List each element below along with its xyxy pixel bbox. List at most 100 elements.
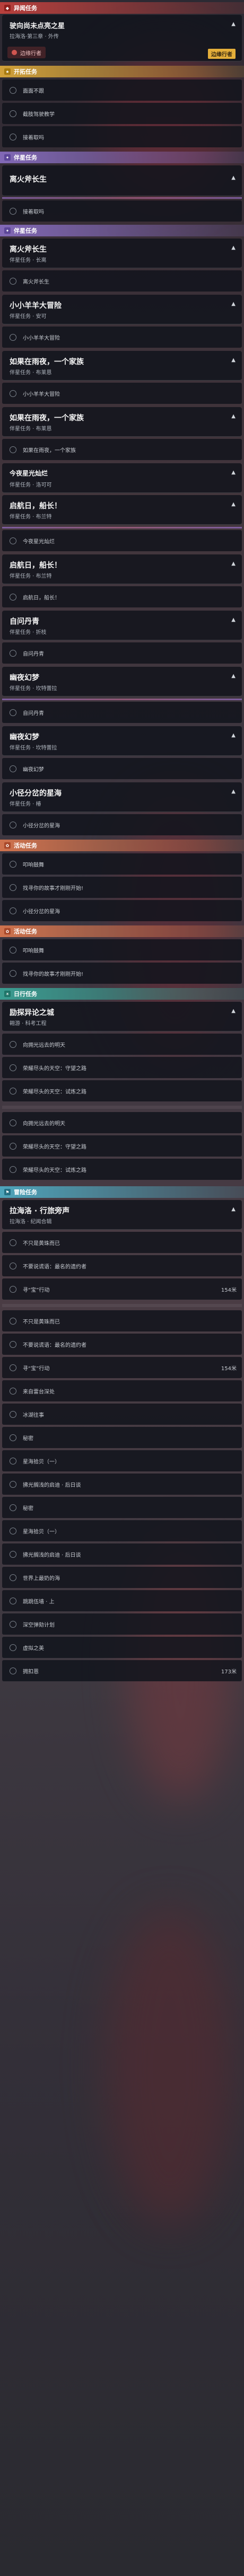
quest-card[interactable]: 幽夜幻梦 伴星任务 · 坎特蕾拉 ▲ xyxy=(2,726,242,756)
quest-title: 离火斧长生 xyxy=(10,245,47,254)
circle-icon xyxy=(10,1527,16,1534)
list-item[interactable]: 不要说谎语：最名的遗约者 xyxy=(2,1255,242,1276)
list-item[interactable]: 小径分岔的星海 xyxy=(2,814,242,835)
list-item[interactable]: 启航日，船长！ xyxy=(2,586,242,607)
list-item[interactable]: 寻“宝”行动 154米 xyxy=(2,1278,242,1300)
quest-item[interactable]: 边缘行者 xyxy=(7,47,46,58)
list-item[interactable]: 幽夜幻梦 xyxy=(2,758,242,779)
list-item[interactable]: 自问丹青 xyxy=(2,702,242,723)
quest-card[interactable]: 如果在雨夜，一个家族 伴星任务 · 布莱恩 ▲ xyxy=(2,407,242,437)
list-item-label: 星海拾贝（一） xyxy=(23,1529,60,1535)
chevron-up-icon[interactable]: ▲ xyxy=(231,733,236,738)
list-item[interactable]: 找寻你的故事才刚刚开始! xyxy=(2,877,242,898)
list-item[interactable]: 小小羊羊大冒险 xyxy=(2,383,242,404)
list-item[interactable]: 来自雷台深处 xyxy=(2,1380,242,1401)
quest-card[interactable]: 启航日，船长！ 伴星任务 · 布兰特 ▲ xyxy=(2,554,242,584)
list-item-label: 荣耀尽头的天空：守望之路 xyxy=(23,1144,86,1150)
quest-title: 幽夜幻梦 xyxy=(10,674,39,682)
list-item[interactable]: 虚拟之美 xyxy=(2,1637,242,1658)
circle-icon xyxy=(10,1410,16,1418)
list-item[interactable]: 荣耀尽头的天空：试炼之路 xyxy=(2,1159,242,1180)
quest-card[interactable]: 小径分岔的星海 伴星任务 · 椿 ▲ xyxy=(2,782,242,812)
chevron-up-icon[interactable]: ▲ xyxy=(231,561,236,567)
list-item[interactable]: 叩响鼓舞 xyxy=(2,853,242,875)
chevron-up-icon[interactable]: ▲ xyxy=(231,301,236,307)
circle-icon xyxy=(10,1457,16,1465)
list-item[interactable]: 今夜星光灿烂 xyxy=(2,530,242,551)
list-item[interactable]: 深空弹劾计划 xyxy=(2,1613,242,1635)
chevron-up-icon[interactable]: ▲ xyxy=(231,245,236,251)
list-item[interactable]: 如果在雨夜，一个家族 xyxy=(2,439,242,460)
list-item[interactable]: 不要说谎语：最名的遗约者 xyxy=(2,1334,242,1355)
list-item[interactable]: 荣耀尽头的天空：守望之路 xyxy=(2,1057,242,1078)
list-item[interactable]: 荣耀尽头的天空：试炼之路 xyxy=(2,1080,242,1101)
chevron-up-icon[interactable]: ▲ xyxy=(231,673,236,679)
chevron-up-icon[interactable]: ▲ xyxy=(231,175,236,181)
quest-card[interactable]: 如果在雨夜，一个家族 伴星任务 · 布莱恩 ▲ xyxy=(2,351,242,381)
list-item[interactable]: 接着取吗 xyxy=(2,126,242,147)
quest-card[interactable]: 励探异论之城 翱游 · 科考工程 ▲ xyxy=(2,1002,242,1031)
quest-title: 离火斧长生 xyxy=(10,175,47,184)
list-item[interactable]: 秘密 xyxy=(2,1427,242,1448)
quest-subtitle: 伴星任务 · 布莱恩 xyxy=(10,426,52,432)
list-item[interactable]: 离火斧长生 xyxy=(2,270,242,292)
chevron-up-icon[interactable]: ▲ xyxy=(231,357,236,363)
list-item[interactable]: 小小羊羊大冒险 xyxy=(2,327,242,348)
list-item-label: 虚拟之美 xyxy=(23,1645,44,1652)
chevron-up-icon[interactable]: ▲ xyxy=(231,789,236,795)
quest-card[interactable]: 离火斧长生 ▲ xyxy=(2,165,242,196)
list-item[interactable]: 面面不跟 xyxy=(2,80,242,101)
list-item[interactable]: 寻“宝”行动 154米 xyxy=(2,1357,242,1378)
circle-icon xyxy=(10,1364,16,1371)
list-item[interactable]: 接着取吗 xyxy=(2,200,242,222)
list-item[interactable]: 拂光搁浅的启迪 · 后日谈 xyxy=(2,1543,242,1565)
list-item[interactable]: 自问丹青 xyxy=(2,642,242,664)
list-item-label: 拂光搁浅的启迪 · 后日谈 xyxy=(23,1482,81,1488)
list-item[interactable]: 世界上最奶的海 xyxy=(2,1567,242,1588)
status-badge: 边缘行者 xyxy=(208,49,236,59)
circle-icon xyxy=(10,1166,16,1173)
list-item[interactable]: 秘密 xyxy=(2,1497,242,1518)
list-item-label: 不要说谎语：最名的遗约者 xyxy=(23,1264,86,1270)
quest-card[interactable]: 幽夜幻梦 伴星任务 · 坎特蕾拉 ▲ xyxy=(2,667,242,696)
quest-card[interactable]: 小小羊羊大冒险 伴星任务 · 安可 ▲ xyxy=(2,295,242,324)
list-item[interactable]: 星海拾贝（一） xyxy=(2,1450,242,1471)
chevron-up-icon[interactable]: ▲ xyxy=(231,413,236,419)
quest-subtitle: 伴星任务 · 安可 xyxy=(10,314,47,320)
list-item[interactable]: 向拥光远去的明天 xyxy=(2,1034,242,1055)
quest-card[interactable]: 今夜星光灿烂 伴星任务 · 洛可可 ▲ xyxy=(2,463,242,493)
list-item[interactable]: 不只是黄珠而已 xyxy=(2,1310,242,1331)
list-item[interactable]: 向拥光远去的明天 xyxy=(2,1112,242,1133)
list-item[interactable]: 冰湖往事 xyxy=(2,1404,242,1425)
list-item-label: 小径分岔的星海 xyxy=(23,908,60,915)
list-item[interactable]: 跳跳伍墙 · 上 xyxy=(2,1590,242,1611)
chevron-up-icon[interactable]: ▲ xyxy=(231,1206,236,1212)
chevron-up-icon[interactable]: ▲ xyxy=(231,1008,236,1014)
distance-value: 154米 xyxy=(221,1365,237,1372)
circle-icon xyxy=(10,907,16,914)
quest-card-top[interactable]: 驶向尚未点亮之星 拉海洛·第三章 · 外传 ▲ 边缘行者 边缘行者 xyxy=(2,15,242,61)
list-item[interactable]: 小径分岔的星海 xyxy=(2,900,242,921)
chevron-up-icon[interactable]: ▲ xyxy=(231,21,236,27)
list-item-label: 小小羊羊大冒险 xyxy=(23,391,60,398)
chevron-up-icon[interactable]: ▲ xyxy=(231,470,236,475)
chevron-up-icon[interactable]: ▲ xyxy=(231,501,236,507)
quest-subtitle: 伴星任务 · 坎特蕾拉 xyxy=(10,745,57,751)
list-item[interactable]: 星海拾贝（一） xyxy=(2,1520,242,1541)
quest-card[interactable]: 离火斧长生 伴星任务 · 长离 ▲ xyxy=(2,239,242,268)
list-item[interactable]: 拥扣恩 173米 xyxy=(2,1660,242,1681)
list-item[interactable]: 叩响鼓舞 xyxy=(2,939,242,960)
list-item-label: 启航日，船长！ xyxy=(23,595,60,601)
list-item[interactable]: 拂光搁浅的启迪 · 后日谈 xyxy=(2,1474,242,1495)
list-item[interactable]: 截肢驾驶教学 xyxy=(2,103,242,124)
list-item[interactable]: 荣耀尽头的天空：守望之路 xyxy=(2,1135,242,1157)
list-item[interactable]: 找寻你的故事才刚刚开始! xyxy=(2,963,242,984)
quest-card[interactable]: 启航日，船长！ 伴星任务 · 布兰特 ▲ xyxy=(2,495,242,525)
circle-icon xyxy=(10,1644,16,1651)
circle-icon xyxy=(10,1239,16,1246)
quest-card[interactable]: 拉海洛 · 行旅旁声 拉海洛 · 纪闻合辑 ▲ xyxy=(2,1200,242,1230)
event-icon: ✿ xyxy=(4,928,11,934)
list-item[interactable]: 不只是黄珠而已 xyxy=(2,1232,242,1253)
chevron-up-icon[interactable]: ▲ xyxy=(231,617,236,623)
quest-card[interactable]: 自问丹青 伴星任务 · 折枝 ▲ xyxy=(2,611,242,640)
